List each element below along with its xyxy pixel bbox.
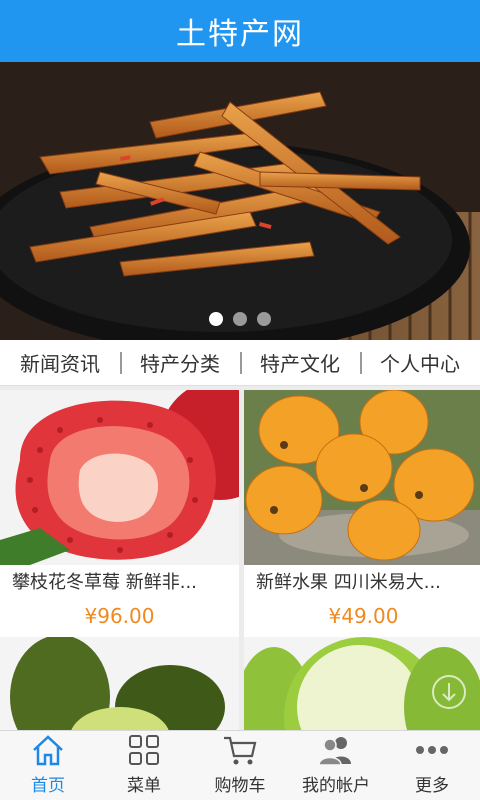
carousel-dots bbox=[0, 312, 480, 326]
grid-menu-icon bbox=[126, 732, 162, 768]
home-icon bbox=[30, 732, 66, 768]
category-news[interactable]: 新闻资讯 bbox=[0, 348, 120, 377]
category-specialty-culture[interactable]: 特产文化 bbox=[240, 348, 360, 377]
carousel-dot[interactable] bbox=[209, 312, 223, 326]
tab-label: 更多 bbox=[415, 776, 449, 796]
product-image bbox=[244, 390, 480, 565]
tab-label: 我的帐户 bbox=[302, 776, 370, 796]
carousel-dot[interactable] bbox=[257, 312, 271, 326]
banner-carousel[interactable] bbox=[0, 62, 480, 340]
product-card[interactable]: 新鲜水果 四川米易大... ¥49.00 bbox=[244, 390, 480, 637]
tab-label: 首页 bbox=[31, 776, 65, 796]
tab-cart[interactable]: 购物车 bbox=[192, 731, 288, 800]
product-image bbox=[0, 390, 239, 565]
product-price: ¥96.00 bbox=[84, 604, 155, 628]
tab-account[interactable]: 我的帐户 bbox=[288, 731, 384, 800]
banner-image bbox=[0, 62, 480, 340]
category-nav: 新闻资讯 特产分类 特产文化 个人中心 bbox=[0, 340, 480, 386]
tab-label: 购物车 bbox=[214, 776, 266, 796]
tab-menu[interactable]: 菜单 bbox=[96, 731, 192, 800]
product-name[interactable]: 攀枝花冬草莓 新鲜非... bbox=[0, 565, 239, 601]
app-header: 土特产网 bbox=[0, 0, 480, 62]
tab-home[interactable]: 首页 bbox=[0, 731, 96, 800]
app-root: 土特产网 新闻资讯 特产分类 特产文化 个人中心 攀枝花冬草莓 新鲜非... ¥… bbox=[0, 0, 480, 800]
tab-more[interactable]: 更多 bbox=[384, 731, 480, 800]
carousel-dot[interactable] bbox=[233, 312, 247, 326]
product-name[interactable]: 新鲜水果 四川米易大... bbox=[244, 565, 480, 601]
users-icon bbox=[318, 732, 354, 768]
cart-icon bbox=[222, 732, 258, 768]
product-card[interactable]: 攀枝花冬草莓 新鲜非... ¥96.00 bbox=[0, 390, 239, 637]
more-dots-icon bbox=[414, 732, 450, 768]
category-personal-center[interactable]: 个人中心 bbox=[360, 348, 480, 377]
tab-label: 菜单 bbox=[127, 776, 161, 796]
app-title: 土特产网 bbox=[176, 17, 304, 52]
category-specialty-types[interactable]: 特产分类 bbox=[120, 348, 240, 377]
product-price: ¥49.00 bbox=[328, 604, 399, 628]
bottom-tab-bar: 首页 菜单 购物车 我的帐户 更多 bbox=[0, 730, 480, 800]
